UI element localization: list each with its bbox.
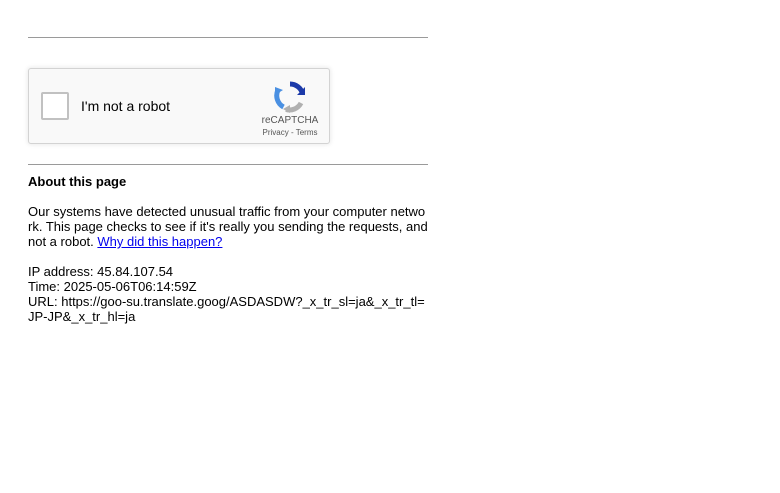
ip-address-line: IP address: 45.84.107.54 bbox=[28, 264, 174, 279]
recaptcha-checkbox-label[interactable]: I'm not a robot bbox=[81, 98, 170, 114]
time-line: Time: 2025-05-06T06:14:59Z bbox=[28, 279, 197, 294]
links-separator: - bbox=[288, 128, 296, 137]
privacy-link[interactable]: Privacy bbox=[263, 128, 289, 137]
why-link[interactable]: Why did this happen? bbox=[97, 234, 222, 249]
url-line: URL: https://goo-su.translate.goog/ASDAS… bbox=[28, 294, 425, 324]
recaptcha-links: Privacy - Terms bbox=[257, 128, 323, 137]
recaptcha-logo-area: reCAPTCHA Privacy - Terms bbox=[257, 79, 323, 139]
about-body-text: Our systems have detected unusual traffi… bbox=[28, 204, 428, 249]
terms-link[interactable]: Terms bbox=[296, 128, 318, 137]
bottom-divider bbox=[28, 164, 428, 165]
request-details: IP address: 45.84.107.54 Time: 2025-05-0… bbox=[28, 264, 428, 324]
about-title: About this page bbox=[28, 174, 127, 189]
about-paragraph: Our systems have detected unusual traffi… bbox=[28, 204, 428, 249]
recaptcha-logo-icon bbox=[274, 81, 305, 113]
top-divider bbox=[28, 37, 428, 38]
recaptcha-brand: reCAPTCHA bbox=[261, 115, 319, 126]
recaptcha-widget: I'm not a robot reCAPTCHA Privacy - Term… bbox=[28, 68, 330, 144]
recaptcha-checkbox[interactable] bbox=[41, 92, 69, 120]
